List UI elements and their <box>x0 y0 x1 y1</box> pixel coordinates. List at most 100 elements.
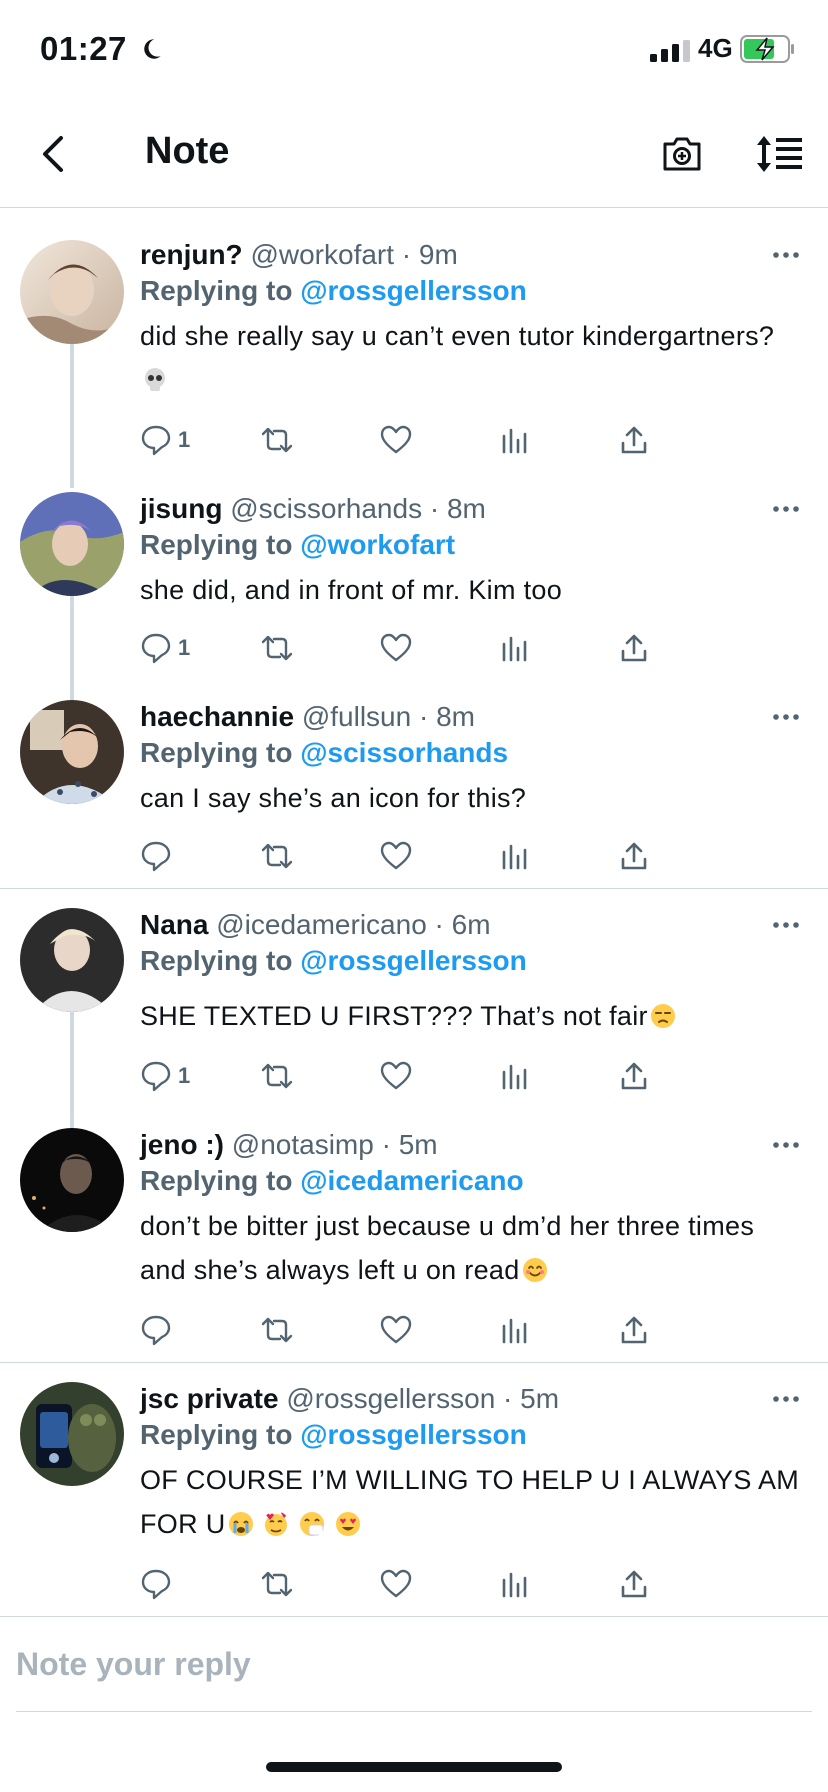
avatar[interactable] <box>20 1382 124 1486</box>
display-name[interactable]: haechannie <box>140 701 294 732</box>
retweet-button[interactable] <box>260 628 294 668</box>
heart-icon <box>380 1061 412 1090</box>
handle-time[interactable]: @icedamericano · 6m <box>216 909 490 940</box>
retweet-button[interactable] <box>260 1564 294 1604</box>
share-button[interactable] <box>620 420 648 460</box>
like-button[interactable] <box>380 628 412 668</box>
heart-icon <box>380 1569 412 1598</box>
tweet[interactable]: jisung @scissorhands · 8m Replying to @w… <box>0 478 828 678</box>
retweet-button[interactable] <box>260 836 294 876</box>
more-button[interactable] <box>766 494 806 524</box>
handle-time[interactable]: @rossgellersson · 5m <box>286 1383 559 1414</box>
tweet-text: did she really say u can’t even tutor ki… <box>140 314 800 402</box>
reply-button[interactable]: 1 <box>140 628 190 668</box>
more-icon <box>773 714 799 720</box>
replying-to-label: Replying to <box>140 275 293 306</box>
mention-link[interactable]: @rossgellersson <box>300 945 527 976</box>
views-button[interactable] <box>500 420 528 460</box>
divider <box>0 1362 828 1363</box>
views-button[interactable] <box>500 836 528 876</box>
avatar[interactable] <box>20 908 124 1012</box>
more-button[interactable] <box>766 1384 806 1414</box>
like-button[interactable] <box>380 1310 412 1350</box>
avatar[interactable] <box>20 492 124 596</box>
share-button[interactable] <box>620 1310 648 1350</box>
more-button[interactable] <box>766 1130 806 1160</box>
back-button[interactable] <box>24 126 80 182</box>
display-name[interactable]: renjun? <box>140 239 243 270</box>
tweet-header: jsc private @rossgellersson · 5m <box>140 1382 559 1416</box>
handle-time[interactable]: @notasimp · 5m <box>232 1129 438 1160</box>
reply-button[interactable] <box>140 836 178 876</box>
reply-input[interactable] <box>16 1639 806 1689</box>
tweet-text-content: she did, and in front of mr. Kim too <box>140 575 563 605</box>
replying-to-label: Replying to <box>140 945 293 976</box>
views-button[interactable] <box>500 1310 528 1350</box>
like-button[interactable] <box>380 836 412 876</box>
tweet[interactable]: Nana @icedamericano · 6m Replying to @ro… <box>0 894 828 1100</box>
reply-button[interactable]: 1 <box>140 420 190 460</box>
tweet-header: renjun? @workofart · 9m <box>140 238 458 272</box>
more-button[interactable] <box>766 702 806 732</box>
avatar[interactable] <box>20 700 124 804</box>
retweet-button[interactable] <box>260 420 294 460</box>
display-name[interactable]: jeno :) <box>140 1129 224 1160</box>
share-button[interactable] <box>620 1564 648 1604</box>
comment-icon <box>141 841 171 872</box>
tweet[interactable]: jeno :) @notasimp · 5m Replying to @iced… <box>0 1114 828 1354</box>
crying-emoji-icon <box>228 1512 253 1536</box>
reply-button[interactable]: 1 <box>140 1056 190 1096</box>
moon-icon <box>144 39 161 59</box>
share-button[interactable] <box>620 1056 648 1096</box>
like-button[interactable] <box>380 420 412 460</box>
tweet[interactable]: jsc private @rossgellersson · 5m Replyin… <box>0 1368 828 1612</box>
status-time: 01:27 <box>40 30 127 67</box>
views-button[interactable] <box>500 1056 528 1096</box>
handle-time[interactable]: @fullsun · 8m <box>302 701 475 732</box>
reply-button[interactable] <box>140 1310 178 1350</box>
display-name[interactable]: jisung <box>140 493 222 524</box>
tweet-text-content: SHE TEXTED U FIRST??? That’s not fair <box>140 1001 648 1031</box>
mention-link[interactable]: @rossgellersson <box>300 1419 527 1450</box>
replying-to: Replying to @icedamericano <box>140 1164 524 1198</box>
retweet-button[interactable] <box>260 1056 294 1096</box>
like-button[interactable] <box>380 1564 412 1604</box>
like-button[interactable] <box>380 1056 412 1096</box>
battery-charging-icon <box>740 35 794 63</box>
sort-button[interactable] <box>752 128 808 180</box>
tweet-text: don’t be bitter just because u dm’d her … <box>140 1204 800 1292</box>
avatar[interactable] <box>20 1128 124 1232</box>
page-title: Note <box>145 130 230 172</box>
mention-link[interactable]: @rossgellersson <box>300 275 527 306</box>
views-button[interactable] <box>500 1564 528 1604</box>
replying-to: Replying to @workofart <box>140 528 455 562</box>
replying-to: Replying to @rossgellersson <box>140 944 527 978</box>
views-button[interactable] <box>500 628 528 668</box>
more-icon <box>773 1396 799 1402</box>
mention-link[interactable]: @icedamericano <box>300 1165 523 1196</box>
handle-time[interactable]: @scissorhands · 8m <box>230 493 486 524</box>
share-icon <box>621 1062 647 1090</box>
handle-time[interactable]: @workofart · 9m <box>250 239 457 270</box>
tweet[interactable]: haechannie @fullsun · 8m Replying to @sc… <box>0 686 828 886</box>
more-button[interactable] <box>766 240 806 270</box>
tweet[interactable]: renjun? @workofart · 9m Replying to @ros… <box>0 224 828 474</box>
replying-to-label: Replying to <box>140 1165 293 1196</box>
mention-link[interactable]: @workofart <box>300 529 455 560</box>
replying-to-label: Replying to <box>140 529 293 560</box>
share-button[interactable] <box>620 628 648 668</box>
replying-to: Replying to @rossgellersson <box>140 1418 527 1452</box>
more-button[interactable] <box>766 910 806 940</box>
retweet-button[interactable] <box>260 1310 294 1350</box>
analytics-icon <box>502 636 527 662</box>
share-button[interactable] <box>620 836 648 876</box>
display-name[interactable]: jsc private <box>140 1383 279 1414</box>
reply-button[interactable] <box>140 1564 178 1604</box>
tweet-actions <box>140 836 740 876</box>
mention-link[interactable]: @scissorhands <box>300 737 508 768</box>
tweet-text-content: can I say she’s an icon for this? <box>140 783 527 813</box>
display-name[interactable]: Nana <box>140 909 208 940</box>
camera-button[interactable] <box>656 128 708 180</box>
heart-icon <box>380 633 412 662</box>
avatar[interactable] <box>20 240 124 344</box>
